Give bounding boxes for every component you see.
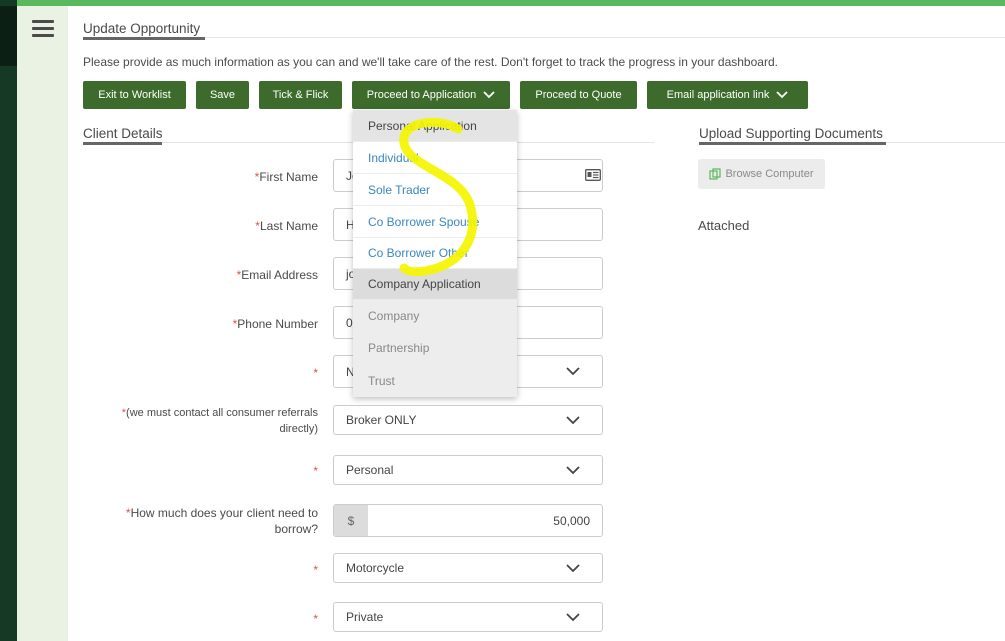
menu-item-co-borrower-other[interactable]: Co Borrower Other [353, 238, 517, 269]
chevron-down-icon [566, 466, 580, 475]
phone-value: 0 [346, 315, 353, 330]
email-address-label: *Email Address [236, 268, 318, 282]
sale-type-select[interactable]: Private [333, 602, 603, 632]
referral-select[interactable]: Broker ONLY [333, 405, 603, 435]
exit-to-worklist-button[interactable]: Exit to Worklist [83, 81, 186, 109]
sale-value: Private [346, 610, 384, 624]
chevron-down-icon [566, 367, 580, 376]
purpose-select[interactable]: Personal [333, 455, 603, 485]
chevron-down-icon [566, 564, 580, 573]
client-details-title: Client Details [83, 126, 163, 141]
copy-icon [709, 168, 722, 180]
attached-heading: Attached [698, 218, 750, 233]
menu-item-co-borrower-spouse[interactable]: Co Borrower Spouse [353, 206, 517, 238]
asset-type-select[interactable]: Motorcycle [333, 553, 603, 583]
menu-item-company[interactable]: Company [353, 300, 517, 332]
save-label: Save [209, 89, 236, 101]
id-card-icon[interactable] [585, 169, 601, 181]
sale-label-required: * [313, 612, 318, 626]
referral-label: *(we must contact all consumer referrals… [121, 407, 318, 435]
title-rule [83, 37, 1005, 38]
menu-header-personal: Personal Application [353, 110, 517, 142]
proceed-to-application-button[interactable]: Proceed to Application [352, 81, 510, 109]
borrow-amount-value: 50,000 [553, 513, 590, 528]
chevron-down-icon [566, 613, 580, 622]
referral-value: Broker ONLY [346, 413, 417, 427]
browse-computer-button[interactable]: Browse Computer [698, 159, 825, 189]
tick-flick-button[interactable]: Tick & Flick [259, 81, 342, 109]
borrow-amount-field[interactable]: $ 50,000 [333, 504, 603, 537]
menu-header-company: Company Application [353, 269, 517, 300]
proceed-application-label: Proceed to Application [366, 89, 477, 101]
upload-underline [699, 142, 886, 145]
upload-documents-title: Upload Supporting Documents [699, 126, 883, 141]
menu-item-individual[interactable]: Individual [353, 142, 517, 174]
phone-number-label: *Phone Number [232, 317, 318, 331]
asset-label-required: * [313, 563, 318, 577]
proceed-to-quote-button[interactable]: Proceed to Quote [520, 81, 637, 109]
browse-label: Browse Computer [725, 168, 814, 180]
hamburger-icon[interactable] [32, 20, 54, 38]
proceed-quote-label: Proceed to Quote [535, 89, 622, 101]
last-name-label: *Last Name [255, 219, 318, 233]
asset-value: Motorcycle [346, 561, 405, 575]
menu-item-sole-trader[interactable]: Sole Trader [353, 174, 517, 206]
tick-flick-label: Tick & Flick [272, 89, 329, 101]
app-edge-block [0, 6, 17, 66]
chevron-down-icon [566, 416, 580, 425]
exit-label: Exit to Worklist [98, 89, 171, 101]
proceed-to-application-menu: Personal Application Individual Sole Tra… [353, 110, 517, 397]
purpose-value: Personal [346, 463, 394, 477]
client-details-underline [83, 142, 162, 145]
side-nav [17, 6, 68, 641]
top-accent-bar [0, 0, 1005, 6]
email-link-label: Email application link [666, 89, 770, 101]
purpose-label-required: * [313, 464, 318, 478]
select-label-required: * [313, 366, 318, 380]
menu-item-trust[interactable]: Trust [353, 364, 517, 397]
save-button[interactable]: Save [196, 81, 249, 109]
first-name-label: *First Name [254, 170, 318, 184]
intro-text: Please provide as much information as yo… [83, 55, 778, 69]
menu-item-partnership[interactable]: Partnership [353, 332, 517, 364]
chevron-down-icon [776, 91, 788, 99]
currency-addon: $ [334, 505, 368, 536]
chevron-down-icon [483, 91, 495, 99]
email-application-link-button[interactable]: Email application link [647, 81, 808, 109]
borrow-amount-label: *How much does your client need to borro… [125, 506, 318, 536]
title-underline [83, 37, 205, 40]
page-title: Update Opportunity [83, 21, 201, 36]
app-edge [0, 0, 17, 641]
